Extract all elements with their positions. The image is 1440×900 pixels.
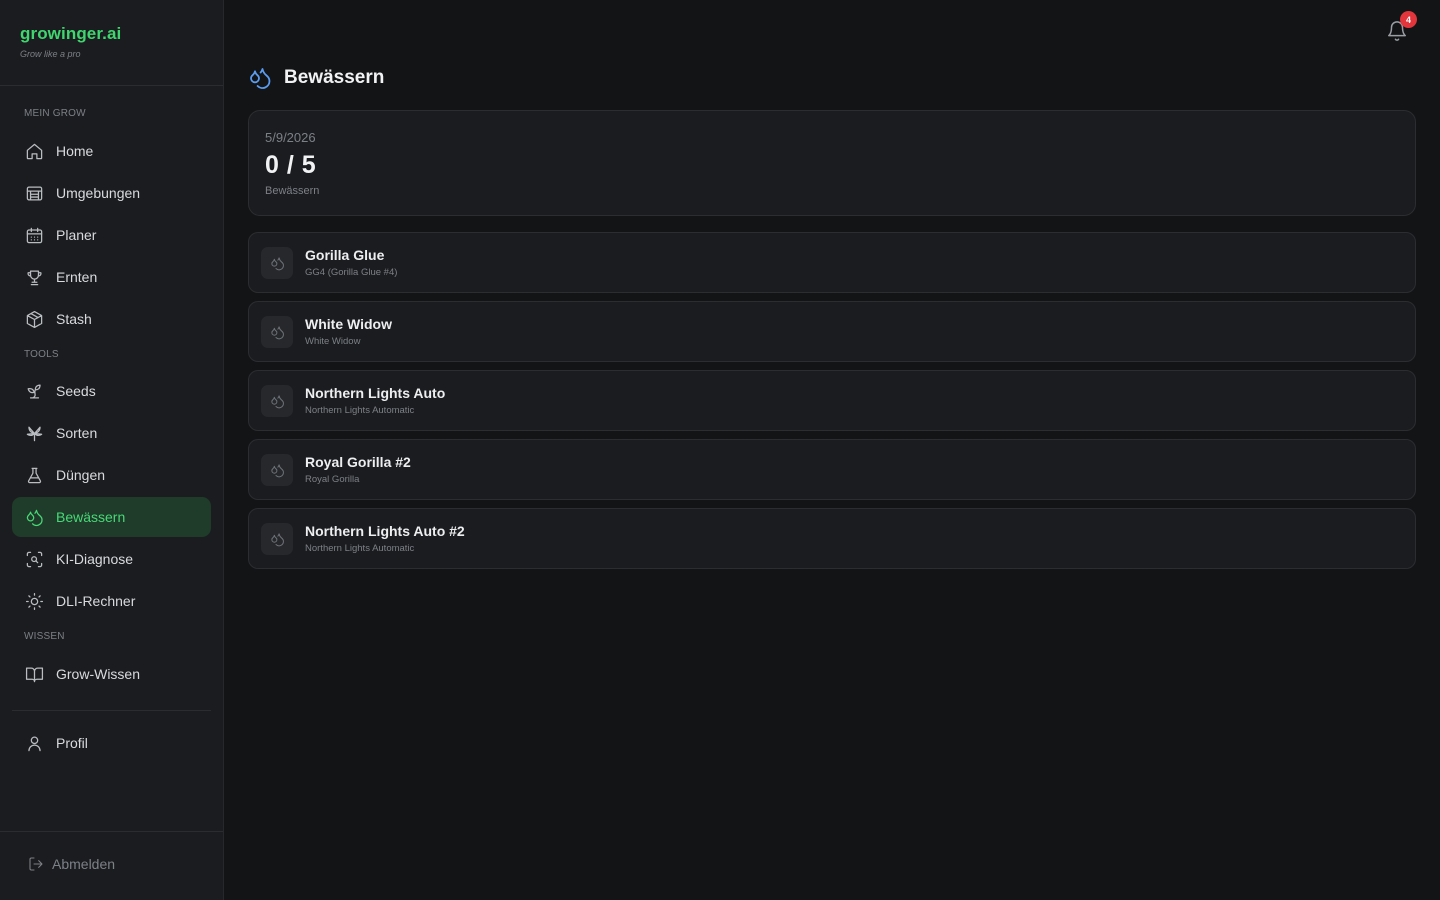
brand-tagline: Grow like a pro xyxy=(20,49,81,59)
droplets-icon xyxy=(250,68,271,89)
plant-name: Northern Lights Auto xyxy=(305,385,446,401)
logout-icon xyxy=(29,857,43,871)
plant-row[interactable]: Royal Gorilla #2 Royal Gorilla xyxy=(248,439,1416,500)
summary-card: 5/9/2026 0 / 5 Bewässern xyxy=(248,110,1416,216)
plant-row[interactable]: Northern Lights Auto Northern Lights Aut… xyxy=(248,370,1416,431)
sidebar-divider xyxy=(12,710,211,711)
sidebar-item-home[interactable]: Home xyxy=(12,131,211,171)
calendar-icon xyxy=(24,225,44,245)
user-icon xyxy=(24,733,44,753)
sidebar-item-label: Stash xyxy=(56,311,92,327)
sidebar-divider xyxy=(0,831,223,832)
sidebar-item-planer[interactable]: Planer xyxy=(12,215,211,255)
plant-strain: White Widow xyxy=(305,336,361,347)
summary-label: Bewässern xyxy=(265,185,320,197)
sidebar-item-label: Profil xyxy=(56,735,88,751)
logout-label: Abmelden xyxy=(52,856,116,872)
plant-strain: Royal Gorilla xyxy=(305,474,360,485)
sidebar-item-umgebungen[interactable]: Umgebungen xyxy=(12,173,211,213)
sidebar: growinger.ai Grow like a pro MEIN GROW H… xyxy=(0,0,224,900)
plant-name: Gorilla Glue xyxy=(305,247,385,263)
home-icon xyxy=(24,141,44,161)
plant-thumbnail xyxy=(261,316,293,348)
plant-strain: GG4 (Gorilla Glue #4) xyxy=(305,267,398,278)
plant-thumbnail xyxy=(261,385,293,417)
plant-name: Royal Gorilla #2 xyxy=(305,454,411,470)
sidebar-item-sorten[interactable]: Sorten xyxy=(12,413,211,453)
tent-icon xyxy=(24,183,44,203)
brand-name[interactable]: growinger.ai xyxy=(20,24,121,44)
sidebar-divider xyxy=(0,85,223,86)
plant-name: White Widow xyxy=(305,316,392,332)
section-label-wissen: WISSEN xyxy=(24,631,65,642)
plant-row[interactable]: Gorilla Glue GG4 (Gorilla Glue #4) xyxy=(248,232,1416,293)
sprout-icon xyxy=(24,381,44,401)
sidebar-item-profil[interactable]: Profil xyxy=(12,723,211,763)
sidebar-item-label: Grow-Wissen xyxy=(56,666,141,682)
section-label-mein-grow: MEIN GROW xyxy=(24,108,86,119)
plant-thumbnail xyxy=(261,523,293,555)
plant-name: Northern Lights Auto #2 xyxy=(305,523,465,539)
plant-row[interactable]: Northern Lights Auto #2 Northern Lights … xyxy=(248,508,1416,569)
droplets-icon xyxy=(270,394,284,408)
sidebar-item-label: Planer xyxy=(56,227,97,243)
sidebar-item-label: Sorten xyxy=(56,425,98,441)
sidebar-item-seeds[interactable]: Seeds xyxy=(12,371,211,411)
scan-icon xyxy=(24,549,44,569)
sidebar-item-label: Ernten xyxy=(56,269,98,285)
sun-icon xyxy=(24,591,44,611)
sidebar-item-stash[interactable]: Stash xyxy=(12,299,211,339)
logout-button[interactable]: Abmelden xyxy=(28,856,115,872)
plant-thumbnail xyxy=(261,247,293,279)
sidebar-item-ki-diagnose[interactable]: KI-Diagnose xyxy=(12,539,211,579)
brand[interactable]: growinger.ai Grow like a pro xyxy=(20,24,121,59)
droplets-icon xyxy=(24,507,44,527)
sidebar-item-label: Home xyxy=(56,143,94,159)
plant-strain: Northern Lights Automatic xyxy=(305,405,415,416)
droplets-icon xyxy=(270,463,284,477)
summary-count: 0 / 5 xyxy=(265,151,317,179)
sidebar-item-dli-rechner[interactable]: DLI-Rechner xyxy=(12,581,211,621)
sidebar-item-label: Seeds xyxy=(56,383,96,399)
section-label-tools: TOOLS xyxy=(24,349,59,360)
trophy-icon xyxy=(24,267,44,287)
summary-date: 5/9/2026 xyxy=(265,130,316,145)
sidebar-item-grow-wissen[interactable]: Grow-Wissen xyxy=(12,654,211,694)
droplets-icon xyxy=(270,325,284,339)
sidebar-item-label: KI-Diagnose xyxy=(56,551,134,567)
sidebar-item-label: Bewässern xyxy=(56,509,126,525)
sidebar-item-ernten[interactable]: Ernten xyxy=(12,257,211,297)
strain-icon xyxy=(24,423,44,443)
sidebar-item-label: DLI-Rechner xyxy=(56,593,136,609)
flask-icon xyxy=(24,465,44,485)
sidebar-item-duengen[interactable]: Düngen xyxy=(12,455,211,495)
box-icon xyxy=(24,309,44,329)
sidebar-item-label: Umgebungen xyxy=(56,185,141,201)
sidebar-item-bewaessern[interactable]: Bewässern xyxy=(12,497,211,537)
plant-thumbnail xyxy=(261,454,293,486)
book-icon xyxy=(24,664,44,684)
page-title: Bewässern xyxy=(284,67,385,88)
plant-strain: Northern Lights Automatic xyxy=(305,543,415,554)
page-header: Bewässern xyxy=(248,66,384,90)
sidebar-item-label: Düngen xyxy=(56,467,106,483)
droplets-icon xyxy=(270,532,284,546)
plant-row[interactable]: White Widow White Widow xyxy=(248,301,1416,362)
droplets-icon xyxy=(270,256,284,270)
notification-badge: 4 xyxy=(1400,11,1417,28)
